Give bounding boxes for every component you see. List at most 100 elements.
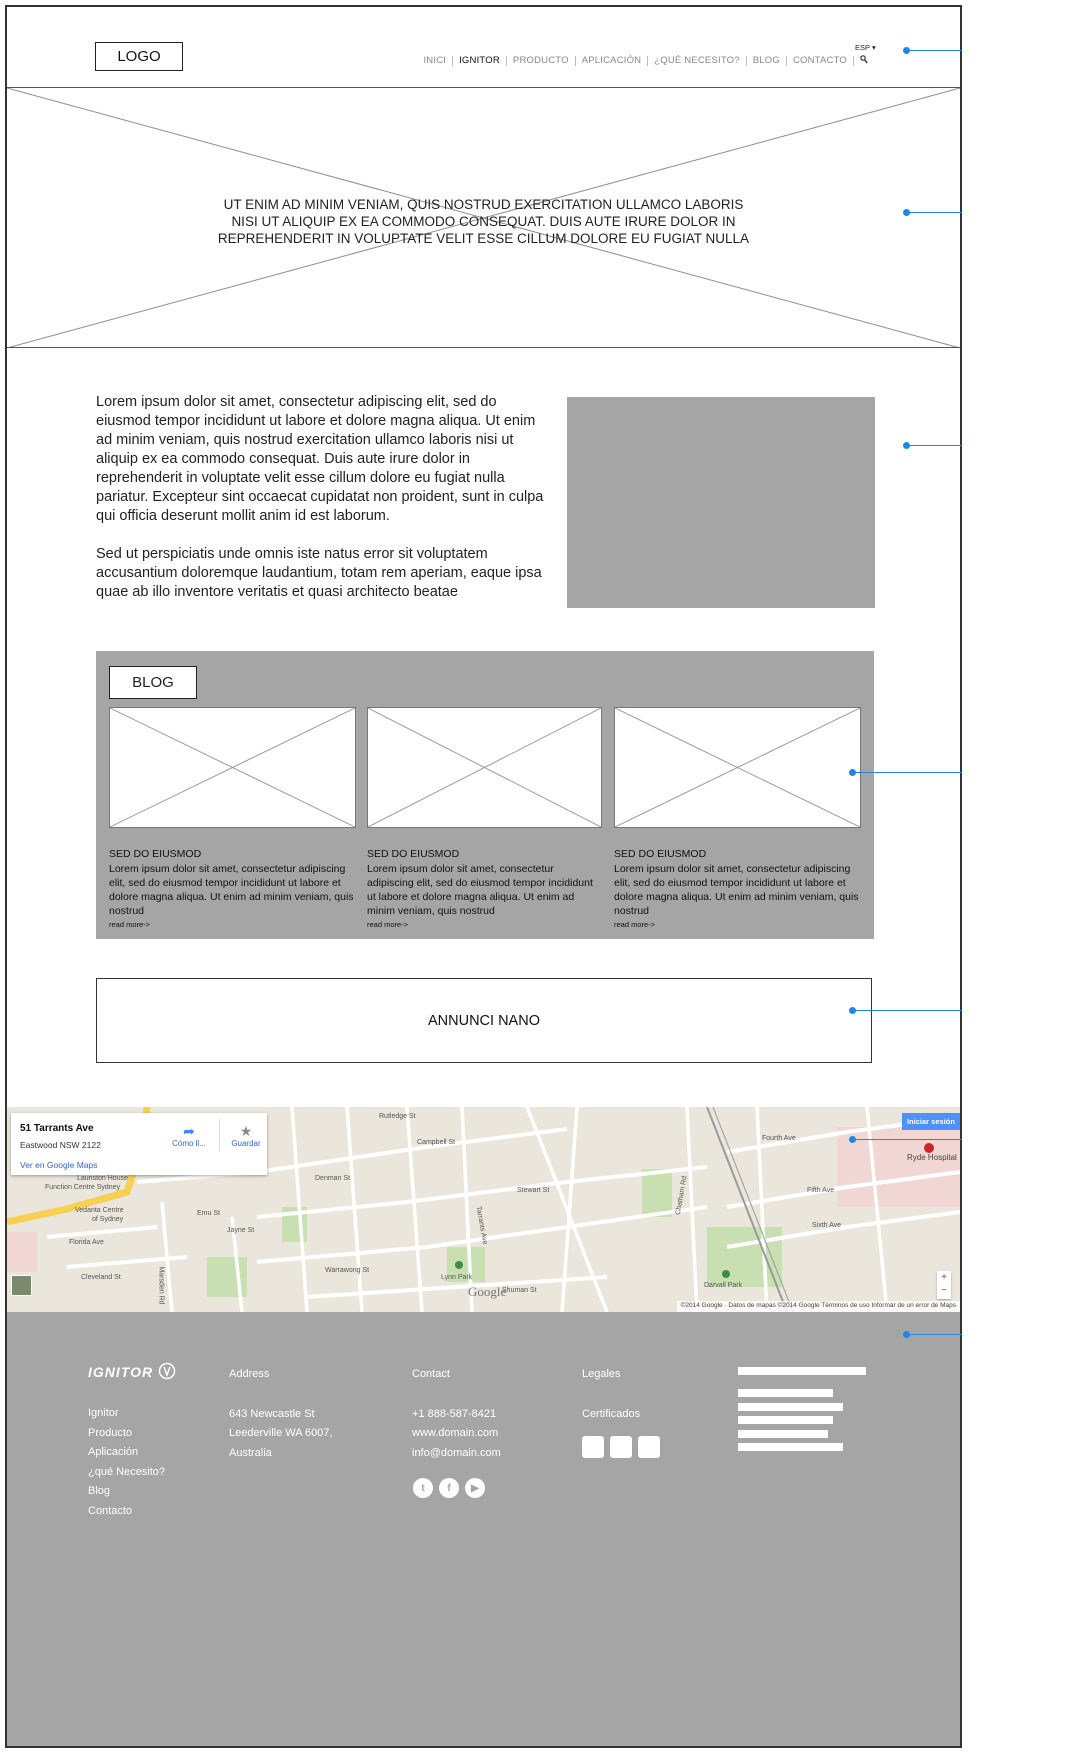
map-attribution[interactable]: ©2014 Google · Datos de mapas ©2014 Goog… bbox=[676, 1301, 960, 1312]
zoom-out-button[interactable]: − bbox=[937, 1284, 951, 1297]
map-label: Vedanta Centre bbox=[75, 1207, 124, 1214]
read-more-link[interactable]: read more-> bbox=[614, 920, 861, 929]
directions-button[interactable]: ➦ Cómo ll... bbox=[165, 1123, 213, 1148]
map-label: Sixth Ave bbox=[812, 1222, 842, 1229]
map-label: Lauriston House bbox=[77, 1175, 128, 1182]
map-suburb: Eastwood NSW 2122 bbox=[20, 1140, 101, 1150]
map-label: of Sydney bbox=[92, 1216, 124, 1223]
nav-item-contacto[interactable]: CONTACTO bbox=[787, 55, 854, 66]
map-label: Warrawong St bbox=[325, 1267, 370, 1274]
save-button[interactable]: ★ Guardar bbox=[222, 1123, 270, 1148]
save-label: Guardar bbox=[231, 1139, 261, 1148]
blog-card-image[interactable] bbox=[614, 707, 861, 828]
placeholder-text-bar bbox=[738, 1430, 828, 1438]
annotation-connector bbox=[849, 1136, 962, 1143]
sign-in-button[interactable]: Iniciar sesión bbox=[902, 1113, 960, 1130]
footer-phone[interactable]: +1 888-587-8421 bbox=[412, 1405, 501, 1425]
placeholder-text-bar bbox=[738, 1367, 866, 1375]
footer-link-ignitor[interactable]: Ignitor bbox=[88, 1404, 165, 1424]
footer-logo[interactable]: IGNITOR bbox=[88, 1362, 176, 1380]
blog-card-image[interactable] bbox=[367, 707, 602, 828]
twitter-icon[interactable]: t bbox=[413, 1478, 433, 1498]
logo-label: LOGO bbox=[117, 48, 161, 65]
zoom-control[interactable]: + − bbox=[937, 1271, 951, 1299]
map-label: Campbell St bbox=[417, 1139, 456, 1146]
nav-item-producto[interactable]: PRODUCTO bbox=[507, 55, 576, 66]
search-icon[interactable] bbox=[854, 55, 868, 66]
language-label: ESP bbox=[855, 43, 870, 52]
page-frame: LOGO ESP ▾ INICI IGNITOR PRODUCTO APLICA… bbox=[5, 5, 962, 1748]
footer-address: Address 643 Newcastle St Leederville WA … bbox=[229, 1365, 333, 1463]
blog-card[interactable]: SED DO EIUSMOD Lorem ipsum dolor sit ame… bbox=[109, 707, 356, 929]
blog-card-text: Lorem ipsum dolor sit amet, consectetur … bbox=[367, 863, 593, 917]
blog-title[interactable]: BLOG bbox=[109, 666, 197, 699]
footer-address-line: Leederville WA 6007, bbox=[229, 1427, 333, 1440]
placeholder-text-bar bbox=[738, 1403, 843, 1411]
intro-image-placeholder bbox=[567, 397, 875, 608]
header: LOGO ESP ▾ INICI IGNITOR PRODUCTO APLICA… bbox=[7, 7, 960, 88]
footer-website[interactable]: www.domain.com bbox=[412, 1424, 501, 1444]
language-selector[interactable]: ESP ▾ bbox=[855, 43, 876, 52]
map-label: Denman St bbox=[315, 1175, 351, 1182]
footer-brand: IGNITOR bbox=[88, 1364, 154, 1380]
placeholder-text-bar bbox=[738, 1443, 843, 1451]
map-label: Cleveland St bbox=[81, 1274, 121, 1281]
blog-card[interactable]: SED DO EIUSMOD Lorem ipsum dolor sit ame… bbox=[367, 707, 602, 929]
footer-certificates-link[interactable]: Certificados bbox=[582, 1405, 640, 1425]
footer-contact-heading: Contact bbox=[412, 1368, 450, 1380]
map-label: Darvall Park bbox=[704, 1282, 743, 1289]
certificate-badge[interactable] bbox=[638, 1436, 660, 1458]
placeholder-text-bar bbox=[738, 1416, 833, 1424]
nav-item-ignitor[interactable]: IGNITOR bbox=[453, 55, 507, 66]
map-label: Rutledge St bbox=[379, 1113, 416, 1120]
footer-legal-heading: Legales bbox=[582, 1368, 621, 1380]
read-more-link[interactable]: read more-> bbox=[367, 920, 602, 929]
blog-card-image[interactable] bbox=[109, 707, 356, 828]
blog-card-heading: SED DO EIUSMOD bbox=[614, 848, 707, 860]
satellite-toggle[interactable] bbox=[11, 1275, 32, 1296]
footer-link-blog[interactable]: Blog bbox=[88, 1482, 165, 1502]
map-label: Marsden Rd bbox=[157, 1266, 165, 1305]
annotation-connector bbox=[903, 209, 962, 216]
annotation-connector bbox=[849, 1007, 962, 1014]
hero-text-line: REPREHENDERIT IN VOLUPTATE VELIT ESSE CI… bbox=[217, 231, 750, 246]
ad-banner[interactable]: ANNUNCI NANO bbox=[96, 978, 872, 1063]
directions-label: Cómo ll... bbox=[172, 1139, 206, 1148]
directions-icon: ➦ bbox=[183, 1123, 195, 1139]
map-label: Fourth Ave bbox=[762, 1135, 796, 1142]
zoom-in-button[interactable]: + bbox=[937, 1271, 951, 1284]
youtube-icon[interactable]: ▶ bbox=[465, 1478, 485, 1498]
logo[interactable]: LOGO bbox=[95, 42, 183, 71]
facebook-icon[interactable]: f bbox=[439, 1478, 459, 1498]
footer-legal: Legales Certificados bbox=[582, 1365, 640, 1424]
nav-item-blog[interactable]: BLOG bbox=[747, 55, 787, 66]
intro-paragraph: Sed ut perspiciatis unde omnis iste natu… bbox=[96, 546, 542, 600]
blog-card-heading: SED DO EIUSMOD bbox=[367, 848, 460, 860]
footer-links: Ignitor Producto Aplicación ¿qué Necesit… bbox=[88, 1404, 165, 1522]
flame-icon bbox=[158, 1362, 176, 1380]
placeholder-text-bar bbox=[738, 1389, 833, 1397]
map-label: Fifth Ave bbox=[807, 1187, 835, 1194]
blog-card[interactable]: SED DO EIUSMOD Lorem ipsum dolor sit ame… bbox=[614, 707, 861, 929]
blog-card-heading: SED DO EIUSMOD bbox=[109, 848, 202, 860]
nav-item-inici[interactable]: INICI bbox=[417, 55, 454, 66]
annotation-connector bbox=[849, 769, 962, 776]
footer-link-contacto[interactable]: Contacto bbox=[88, 1502, 165, 1522]
map-label: Lynn Park bbox=[441, 1274, 473, 1281]
social-links: t f ▶ bbox=[413, 1478, 485, 1498]
nav-item-que-necesito[interactable]: ¿QUÉ NECESITO? bbox=[648, 55, 747, 66]
footer-link-producto[interactable]: Producto bbox=[88, 1424, 165, 1444]
footer-link-aplicacion[interactable]: Aplicación bbox=[88, 1443, 165, 1463]
intro-paragraph: Lorem ipsum dolor sit amet, consectetur … bbox=[96, 394, 544, 524]
footer-email[interactable]: info@domain.com bbox=[412, 1444, 501, 1464]
certificate-badge[interactable] bbox=[582, 1436, 604, 1458]
footer-link-que-necesito[interactable]: ¿qué Necesito? bbox=[88, 1463, 165, 1483]
certificate-badge[interactable] bbox=[610, 1436, 632, 1458]
map-address: 51 Tarrants Ave bbox=[20, 1123, 94, 1134]
view-in-google-maps-link[interactable]: Ver en Google Maps bbox=[20, 1160, 98, 1170]
google-map[interactable]: Rutledge St Campbell St Fourth Ave Ryde … bbox=[7, 1107, 960, 1312]
read-more-link[interactable]: read more-> bbox=[109, 920, 356, 929]
blog-card-text: Lorem ipsum dolor sit amet, consectetur … bbox=[109, 863, 354, 917]
nav-item-aplicacion[interactable]: APLICACIÓN bbox=[576, 55, 649, 66]
footer: IGNITOR Ignitor Producto Aplicación ¿qué… bbox=[7, 1312, 960, 1746]
